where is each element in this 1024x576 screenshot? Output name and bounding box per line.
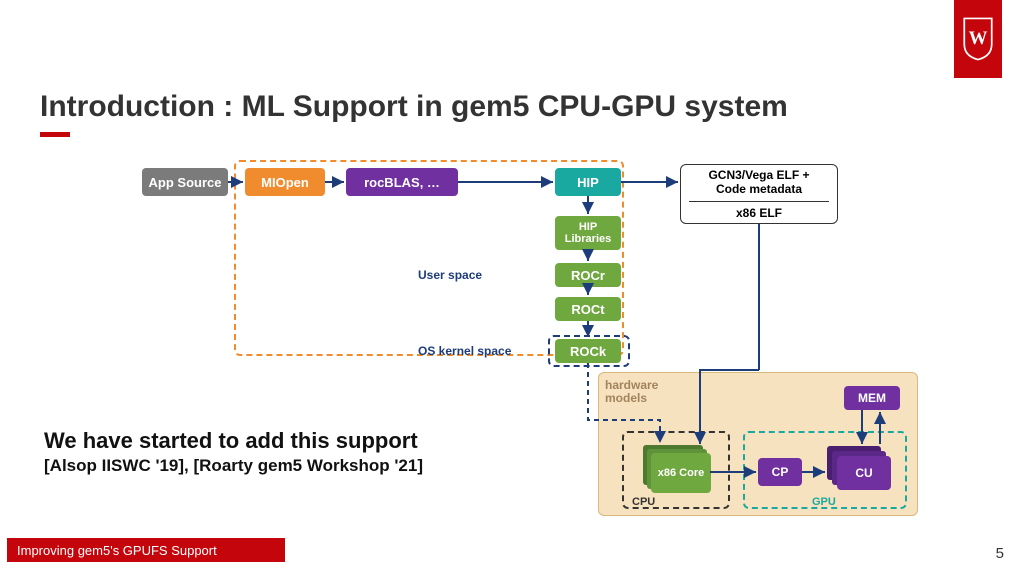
x86-core-stack: x86 Core: [643, 445, 709, 495]
label-cpu: CPU: [632, 496, 655, 508]
box-x86-core: x86 Core: [651, 453, 711, 493]
box-rock: ROCk: [555, 339, 621, 363]
support-main-line: We have started to add this support: [44, 428, 423, 454]
label-user-space: User space: [418, 268, 482, 282]
box-roct: ROCt: [555, 297, 621, 321]
box-hip: HIP: [555, 168, 621, 196]
support-sub-line: [Alsop IISWC '19], [Roarty gem5 Workshop…: [44, 456, 423, 476]
box-cu: CU: [837, 456, 891, 490]
box-app-source: App Source: [142, 168, 228, 196]
label-hw-models: hardware models: [605, 379, 665, 405]
slide-title: Introduction : ML Support in gem5 CPU-GP…: [40, 90, 788, 124]
elf-x86: x86 ELF: [736, 206, 782, 220]
box-elf: GCN3/Vega ELF + Code metadata x86 ELF: [680, 164, 838, 224]
box-rocblas: rocBLAS, …: [346, 168, 458, 196]
hw-models-text: hardware models: [605, 379, 665, 405]
page-number: 5: [996, 545, 1004, 562]
svg-text:W: W: [969, 28, 988, 49]
label-gpu: GPU: [812, 496, 836, 508]
footer-bar: Improving gem5's GPUFS Support: [7, 538, 285, 562]
uw-crest-icon: W: [960, 15, 996, 63]
uw-badge: W: [954, 0, 1002, 78]
support-text: We have started to add this support [Als…: [44, 428, 423, 476]
box-mem: MEM: [844, 386, 900, 410]
elf-line2: Code metadata: [716, 182, 802, 196]
box-hip-libraries: HIP Libraries: [555, 216, 621, 250]
elf-line1: GCN3/Vega ELF +: [708, 168, 809, 182]
box-miopen: MIOpen: [245, 168, 325, 196]
box-cp: CP: [758, 458, 802, 486]
cu-stack: CU: [827, 446, 895, 494]
title-underline: [40, 132, 70, 137]
box-rocr: ROCr: [555, 263, 621, 287]
label-os-kernel: OS kernel space: [418, 344, 511, 358]
